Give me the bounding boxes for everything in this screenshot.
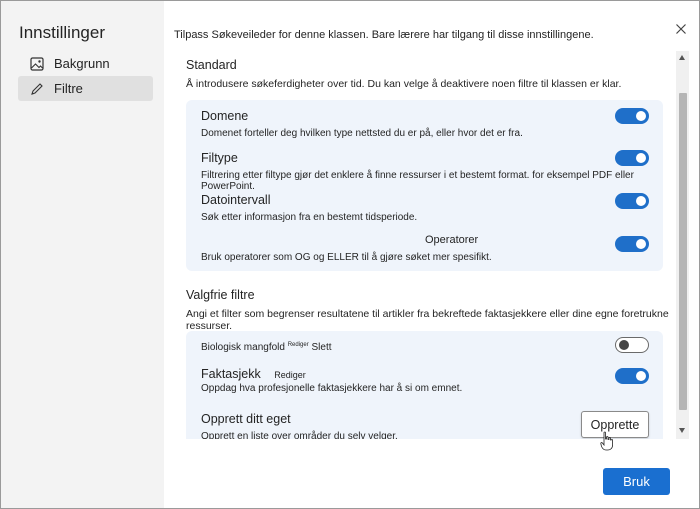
toggle-domain[interactable] [615,108,649,124]
edit-link[interactable]: Rediger [288,342,309,348]
filter-description: Oppdag hva profesjonelle faktasjekkere h… [201,383,463,394]
settings-dialog: Innstillinger Bakgrunn Filtre Tilpass Sø… [0,0,700,509]
filter-title: Datointervall [201,193,271,207]
filter-description: Søk etter informasjon fra en bestemt tid… [201,212,418,223]
delete-link[interactable]: Slett [312,342,332,353]
pencil-icon [29,81,45,97]
toggle-filetype[interactable] [615,150,649,166]
filter-title: Biologisk mangfold [201,342,285,353]
sidebar-item-label: Filtre [54,81,83,96]
filters-scroll-area[interactable]: Standard Å introdusere søkeferdigheter o… [174,51,674,439]
image-icon [29,56,45,72]
hand-cursor-icon [600,431,613,451]
filter-row-filetype: Filtype Filtrering etter filtype gjør de… [201,151,651,192]
sidebar-item-filters[interactable]: Filtre [18,76,153,101]
filter-row-operators: Operatorer Bruk operatorer som OG og ELL… [201,234,651,263]
standard-section-description: Å introdusere søkeferdigheter over tid. … [186,78,622,90]
optional-section-description: Angi et filter som begrenser resultatene… [186,308,669,332]
filter-title: Filtype [201,151,238,165]
standard-section-title: Standard [186,58,237,72]
sidebar-item-label: Bakgrunn [54,56,110,71]
toggle-daterange[interactable] [615,193,649,209]
filter-row-factcheck: Faktasjekk Rediger Oppdag hva profesjone… [201,367,651,394]
filter-row-domain: Domene Domenet forteller deg hvilken typ… [201,109,651,139]
close-button[interactable] [673,21,689,37]
filter-title: Operatorer [425,234,479,246]
toggle-factcheck[interactable] [615,368,649,384]
standard-filters-card: Domene Domenet forteller deg hvilken typ… [186,100,663,271]
optional-filters-card: Biologisk mangfold Rediger Slett Faktasj… [186,331,663,439]
toggle-biodiversity[interactable] [615,337,649,353]
close-icon [676,24,686,34]
sidebar-title: Innstillinger [19,23,105,42]
vertical-scrollbar[interactable] [676,51,689,439]
filter-title: Domene [201,109,249,123]
scroll-up-icon[interactable] [679,55,685,60]
filter-title: Faktasjekk [201,367,261,381]
apply-button[interactable]: Bruk [603,468,670,495]
header-description: Tilpass Søkeveileder for denne klassen. … [174,29,594,41]
create-button[interactable]: Opprette [581,411,649,438]
filter-description: Bruk operatorer som OG og ELLER til å gj… [201,252,492,263]
filter-title-line: Faktasjekk Rediger [201,367,651,381]
toggle-operators[interactable] [615,236,649,252]
sidebar-item-background[interactable]: Bakgrunn [18,51,153,76]
scroll-down-icon[interactable] [679,428,685,433]
filter-row-biodiversity: Biologisk mangfold Rediger Slett [201,342,651,353]
optional-section-title: Valgfrie filtre [186,288,255,302]
filter-row-daterange: Datointervall Søk etter informasjon fra … [201,193,651,223]
scroll-thumb[interactable] [679,93,687,410]
edit-link[interactable]: Rediger [274,370,306,380]
filter-description: Domenet forteller deg hvilken type netts… [201,128,523,139]
filter-description: Filtrering etter filtype gjør det enkler… [201,170,634,192]
sidebar: Innstillinger Bakgrunn Filtre [1,1,164,508]
